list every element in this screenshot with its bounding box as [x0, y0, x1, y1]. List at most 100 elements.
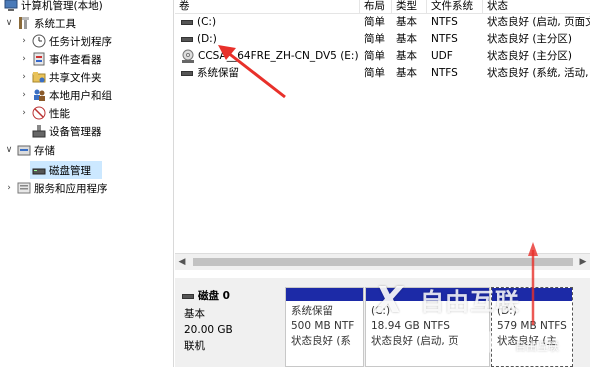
volume-fs: NTFS	[431, 67, 458, 79]
chevron-right-icon[interactable]: ›	[3, 183, 15, 193]
vertical-scrollbar[interactable]	[577, 278, 590, 367]
volume-status: 状态良好 (系统, 活动, 主	[487, 67, 590, 79]
drive-icon	[181, 36, 193, 42]
chevron-right-icon[interactable]: ›	[18, 90, 30, 100]
partition-bar	[492, 288, 572, 301]
disk-state: 联机	[184, 340, 205, 352]
chevron-right-icon[interactable]: ›	[18, 108, 30, 118]
chevron-right-icon[interactable]: ›	[18, 72, 30, 82]
disk-title: 磁盘 0	[198, 290, 230, 302]
partition-status: 状态良好 (主	[497, 335, 557, 347]
table-row[interactable]: (D:) 简单 基本 NTFS 状态良好 (主分区)	[175, 31, 590, 48]
volume-type: 基本	[396, 33, 417, 45]
optical-drive-icon	[181, 49, 195, 63]
partition-bar	[286, 288, 363, 301]
horizontal-scrollbar[interactable]: ◀ ▶	[175, 253, 590, 270]
disk-icon	[182, 293, 194, 299]
table-row[interactable]: CCSA__64FRE_ZH-CN_DV5 (E:) 简单 基本 UDF 状态良…	[175, 48, 590, 65]
tree-item-local-users[interactable]: › 本地用户和组	[18, 86, 112, 104]
partition-name: (D:)	[497, 305, 517, 317]
tree-root[interactable]: 计算机管理(本地)	[2, 0, 103, 14]
tree-item-label: 存储	[34, 144, 55, 157]
tree-item-label: 性能	[49, 107, 70, 120]
column-header-layout[interactable]: 布局	[360, 0, 392, 14]
volume-type: 基本	[396, 50, 417, 62]
disk-graphical-view: 磁盘 0 基本 20.00 GB 联机 系统保留 500 MB NTF 状态良好…	[175, 278, 590, 367]
storage-icon	[17, 143, 31, 157]
chevron-right-icon[interactable]: ›	[18, 54, 30, 64]
partition-c[interactable]: (C:) 18.94 GB NTFS 状态良好 (启动, 页	[365, 287, 490, 367]
tree-item-label: 事件查看器	[49, 53, 102, 66]
shared-folder-icon	[32, 70, 46, 84]
tree-item-services[interactable]: › 服务和应用程序	[3, 179, 108, 197]
disk-info-panel[interactable]: 磁盘 0 基本 20.00 GB 联机	[180, 286, 283, 367]
table-row[interactable]: 系统保留 简单 基本 NTFS 状态良好 (系统, 活动, 主	[175, 65, 590, 82]
volume-name: (D:)	[197, 33, 217, 45]
tree-item-label: 系统工具	[34, 17, 76, 30]
disk-management-pane: 卷 布局 类型 文件系统 状态 (C:) 简单 基本 NTFS 状态良好 (启动…	[175, 0, 590, 367]
partition-size: 18.94 GB NTFS	[371, 320, 450, 332]
column-header-filesystem[interactable]: 文件系统	[427, 0, 483, 14]
scroll-right-icon[interactable]: ▶	[576, 254, 590, 271]
scrollbar-thumb[interactable]	[193, 258, 573, 266]
scroll-left-icon[interactable]: ◀	[175, 254, 189, 271]
partition-name: (C:)	[371, 305, 391, 317]
tree-item-label: 设备管理器	[49, 125, 102, 138]
tree-item-event-viewer[interactable]: › 事件查看器	[18, 50, 102, 68]
users-icon	[32, 88, 46, 102]
partition-size: 579 MB NTFS	[497, 320, 567, 332]
tree-item-label: 任务计划程序	[49, 35, 112, 48]
volume-fs: NTFS	[431, 33, 458, 45]
tree-item-disk-management[interactable]: 磁盘管理	[30, 161, 102, 179]
table-row[interactable]: (C:) 简单 基本 NTFS 状态良好 (启动, 页面文	[175, 14, 590, 31]
performance-icon	[32, 106, 46, 120]
drive-icon	[181, 19, 193, 25]
volume-type: 基本	[396, 67, 417, 79]
tree-item-label: 本地用户和组	[49, 89, 112, 102]
chevron-down-icon[interactable]: ∨	[3, 145, 15, 155]
clock-icon	[32, 34, 46, 48]
tree-item-label: 磁盘管理	[49, 164, 91, 177]
navigation-tree: 计算机管理(本地) ∨ 系统工具 › 任务计划程序 › 事件查看器 › 共享文件…	[0, 0, 174, 367]
tree-item-task-scheduler[interactable]: › 任务计划程序	[18, 32, 112, 50]
volume-status: 状态良好 (主分区)	[487, 33, 573, 45]
column-header-volume[interactable]: 卷	[175, 0, 360, 14]
volume-fs: NTFS	[431, 16, 458, 28]
volume-type: 基本	[396, 16, 417, 28]
device-manager-icon	[32, 124, 46, 138]
tree-item-label: 共享文件夹	[49, 71, 102, 84]
chevron-down-icon[interactable]: ∨	[3, 18, 15, 28]
partition-d[interactable]: (D:) 579 MB NTFS 状态良好 (主	[491, 287, 573, 367]
partition-system-reserved[interactable]: 系统保留 500 MB NTF 状态良好 (系	[285, 287, 364, 367]
tree-item-label: 服务和应用程序	[34, 182, 108, 195]
disk-management-icon	[32, 163, 46, 177]
tree-item-shared-folders[interactable]: › 共享文件夹	[18, 68, 102, 86]
tree-item-performance[interactable]: › 性能	[18, 104, 70, 122]
volume-name: 系统保留	[197, 67, 239, 79]
volume-status: 状态良好 (启动, 页面文	[487, 16, 590, 28]
volume-layout: 简单	[364, 16, 385, 28]
volume-layout: 简单	[364, 33, 385, 45]
column-header-type[interactable]: 类型	[392, 0, 427, 14]
partition-size: 500 MB NTF	[291, 320, 355, 332]
services-icon	[17, 181, 31, 195]
partition-bar	[366, 288, 489, 301]
volume-fs: UDF	[431, 50, 453, 62]
partition-status: 状态良好 (启动, 页	[371, 335, 459, 347]
tree-item-device-manager[interactable]: 设备管理器	[30, 122, 102, 140]
volume-list-header: 卷 布局 类型 文件系统 状态	[175, 0, 590, 14]
partition-name: 系统保留	[291, 305, 333, 317]
tools-icon	[17, 16, 31, 30]
drive-icon	[181, 70, 193, 76]
tree-root-label: 计算机管理(本地)	[21, 0, 103, 12]
volume-layout: 简单	[364, 50, 385, 62]
event-viewer-icon	[32, 52, 46, 66]
volume-name: (C:)	[197, 16, 217, 28]
tree-item-storage[interactable]: ∨ 存储	[3, 141, 55, 159]
chevron-right-icon[interactable]: ›	[18, 36, 30, 46]
computer-management-icon	[4, 0, 18, 12]
volume-status: 状态良好 (主分区)	[487, 50, 573, 62]
disk-size: 20.00 GB	[184, 324, 233, 336]
column-header-status[interactable]: 状态	[483, 0, 590, 14]
tree-item-system-tools[interactable]: ∨ 系统工具	[3, 14, 76, 32]
